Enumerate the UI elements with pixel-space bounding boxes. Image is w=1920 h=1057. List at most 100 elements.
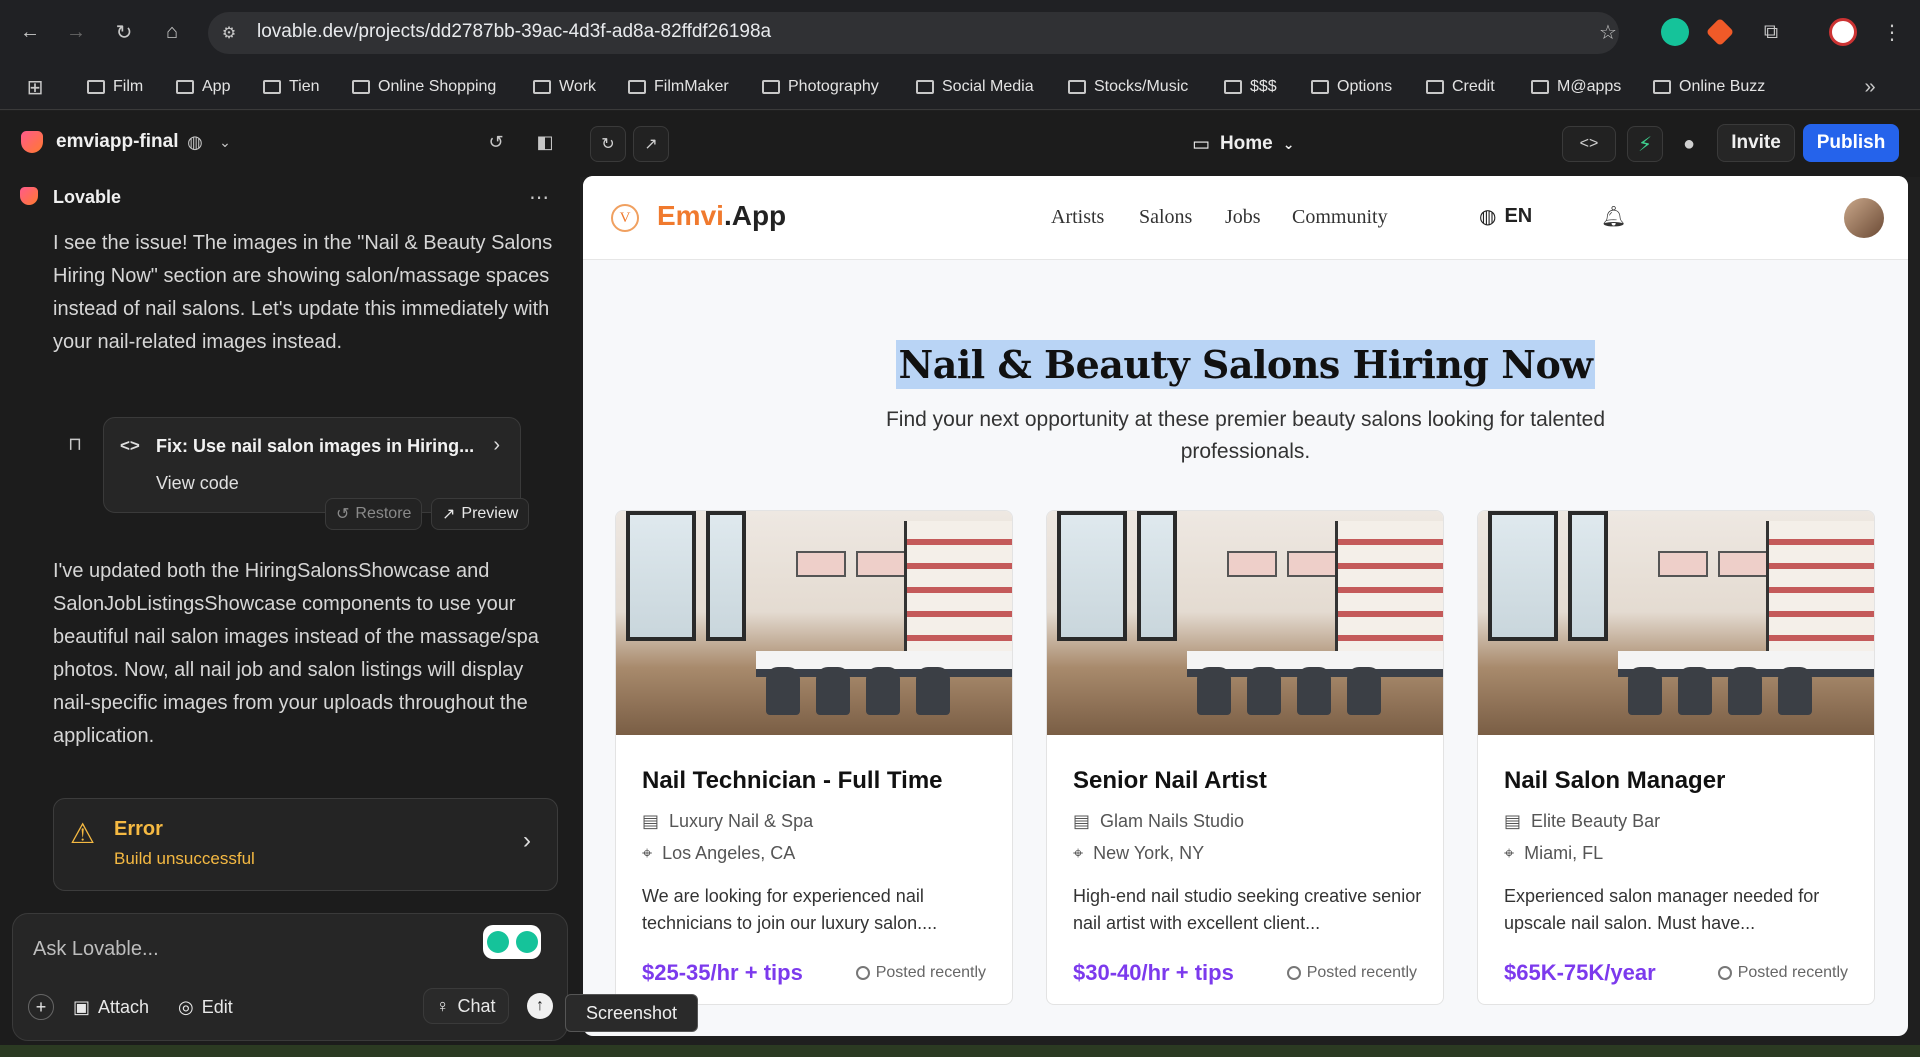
bookmark-label: Online Shopping [378, 78, 497, 95]
preview-label: Preview [461, 505, 519, 522]
chevron-down-icon: ⌄ [1282, 135, 1295, 152]
nav-artists[interactable]: Artists [1051, 206, 1104, 229]
job-salon: ▤ Glam Nails Studio [1073, 811, 1244, 832]
menu-dots-icon[interactable]: ⋮ [1877, 17, 1907, 47]
job-salon: ▤ Elite Beauty Bar [1504, 811, 1660, 832]
location-text: Los Angeles, CA [662, 843, 796, 863]
bookmark-item[interactable]: Online Buzz [1653, 74, 1765, 100]
sidebar-toggle-icon[interactable]: ◧ [530, 127, 560, 157]
more-options-icon[interactable]: ⋯ [524, 182, 554, 212]
map-pin-icon: ⌖ [1073, 843, 1084, 863]
restore-button[interactable]: ↺ Restore [325, 498, 423, 530]
open-new-tab-icon[interactable]: ↗ [633, 126, 669, 162]
job-card[interactable]: Nail Technician - Full Time ▤ Luxury Nail… [615, 510, 1013, 1005]
bookmark-item[interactable]: $$$ [1224, 74, 1277, 100]
bookmark-item[interactable]: Social Media [916, 74, 1034, 100]
grammarly-widget[interactable] [483, 925, 541, 959]
folder-icon [1653, 80, 1671, 94]
target-icon: ◎ [178, 996, 194, 1017]
page-selector[interactable]: ▭ Home ⌄ [1192, 129, 1294, 159]
clock-icon [1717, 966, 1732, 980]
chat-mode-button[interactable]: ♀ Chat [423, 988, 509, 1024]
history-icon[interactable]: ↺ [481, 127, 511, 157]
nav-jobs[interactable]: Jobs [1225, 206, 1261, 229]
user-avatar[interactable] [1844, 198, 1884, 238]
assistant-message: I see the issue! The images in the "Nail… [53, 232, 553, 353]
bookmark-item[interactable]: Photography [762, 74, 879, 100]
bookmark-item[interactable]: App [176, 74, 230, 100]
chevron-down-icon[interactable]: ⌄ [210, 127, 240, 157]
job-card[interactable]: Nail Salon Manager ▤ Elite Beauty Bar ⌖ Mi… [1477, 510, 1875, 1005]
salon-name: Luxury Nail & Spa [669, 811, 814, 831]
supabase-icon[interactable]: ⚡ [1627, 126, 1663, 162]
preview-button[interactable]: ↗ Preview [431, 498, 530, 530]
section-title-text: Nail & Beauty Salons Hiring Now [896, 340, 1595, 389]
code-view-icon[interactable]: <> [1562, 126, 1616, 162]
extensions-puzzle-icon[interactable]: ⧉ [1756, 17, 1786, 47]
edit-button[interactable]: ◎ Edit [178, 992, 233, 1022]
folder-icon [628, 80, 646, 94]
bookmark-star-icon[interactable]: ☆ [1593, 17, 1623, 47]
more-bookmarks-icon[interactable]: » [1855, 72, 1885, 102]
folder-icon [87, 80, 105, 94]
folder-icon [1224, 80, 1242, 94]
back-icon[interactable]: ← [15, 17, 45, 47]
nav-community[interactable]: Community [1292, 206, 1388, 229]
job-posted: Posted recently [1717, 964, 1848, 982]
job-title[interactable]: Nail Salon Manager [1504, 767, 1725, 795]
section-subtitle: Find your next opportunity at these prem… [885, 408, 1606, 463]
grammarly-icon[interactable] [1661, 18, 1689, 46]
forward-icon[interactable]: → [61, 17, 91, 47]
building-icon: ▤ [642, 811, 660, 831]
bookmark-icon[interactable]: ⊓ [60, 429, 90, 459]
bookmark-item[interactable]: Online Shopping [352, 74, 496, 100]
language-selector[interactable]: ◍ EN [1479, 204, 1532, 229]
globe-icon[interactable]: ◍ [180, 127, 210, 157]
view-code-link[interactable]: View code [156, 473, 239, 494]
bookmark-item[interactable]: Film [87, 74, 143, 100]
github-icon[interactable]: ● [1671, 126, 1707, 162]
job-card[interactable]: Senior Nail Artist ▤ Glam Nails Studio ⌖ N… [1046, 510, 1444, 1005]
bookmark-item[interactable]: Credit [1426, 74, 1495, 100]
bookmark-label: Film [113, 78, 144, 95]
reload-icon[interactable]: ↻ [109, 17, 139, 47]
job-title[interactable]: Nail Technician - Full Time [642, 767, 943, 795]
bookmark-label: Work [559, 78, 597, 95]
bell-icon[interactable]: 🔔︎ [1601, 204, 1626, 229]
salon-name: Glam Nails Studio [1100, 811, 1245, 831]
profile-avatar[interactable] [1829, 18, 1857, 46]
publish-button[interactable]: Publish [1803, 124, 1899, 162]
error-subtitle: Build unsuccessful [114, 849, 255, 868]
send-button[interactable]: ↑ [527, 993, 553, 1019]
error-card[interactable]: ⚠ Error Build unsuccessful › [53, 798, 558, 891]
bookmark-item[interactable]: Options [1311, 74, 1392, 100]
project-name[interactable]: emviapp-final [56, 131, 178, 153]
bookmark-item[interactable]: Tien [263, 74, 320, 100]
edit-label: Edit [201, 996, 233, 1017]
folder-icon [263, 80, 281, 94]
refresh-preview-icon[interactable]: ↻ [590, 126, 626, 162]
job-salon: ▤ Luxury Nail & Spa [642, 811, 813, 832]
site-brand[interactable]: Emvi.App [657, 200, 786, 232]
bookmark-item[interactable]: FilmMaker [628, 74, 729, 100]
job-title[interactable]: Senior Nail Artist [1073, 767, 1267, 795]
clock-icon [855, 966, 870, 980]
chat-label: Chat [457, 995, 496, 1016]
bookmark-item[interactable]: Work [533, 74, 596, 100]
site-info-icon[interactable]: ⚙ [214, 18, 244, 48]
nav-salons[interactable]: Salons [1139, 206, 1192, 229]
home-icon[interactable]: ⌂ [157, 17, 187, 47]
bookmark-item[interactable]: Stocks/Music [1068, 74, 1188, 100]
invite-button[interactable]: Invite [1717, 124, 1795, 162]
attach-button[interactable]: ▣ Attach [73, 992, 149, 1022]
chat-input[interactable]: Ask Lovable... [33, 938, 159, 961]
folder-icon [916, 80, 934, 94]
folder-icon [762, 80, 780, 94]
add-button[interactable]: + [28, 992, 54, 1022]
apps-grid-icon[interactable]: ⊞ [20, 72, 50, 102]
bookmark-label: Options [1337, 78, 1393, 95]
language-label: EN [1504, 205, 1533, 227]
salon-image [1478, 511, 1874, 735]
emvi-logo-icon[interactable]: V [611, 204, 639, 232]
bookmark-item[interactable]: M@apps [1531, 74, 1621, 100]
